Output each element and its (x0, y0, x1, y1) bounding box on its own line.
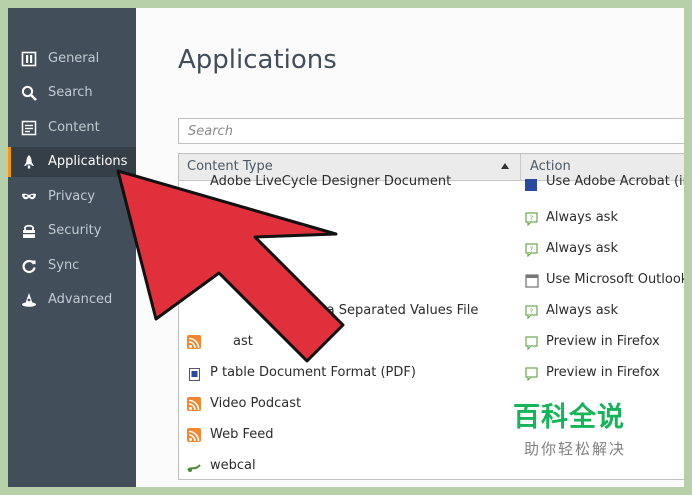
sidebar-item-content[interactable]: Content (8, 113, 136, 143)
table-row[interactable]: ? Always ask (179, 235, 684, 266)
content-type-label: ma Separated Values File (314, 303, 479, 318)
firefox-preview-icon (525, 366, 539, 382)
svg-text:?: ? (530, 215, 534, 223)
sidebar-item-label: Advanced (48, 292, 113, 307)
sync-icon (21, 258, 37, 274)
content-icon (21, 120, 37, 136)
sidebar: General Search Content Applications Priv… (8, 8, 136, 487)
action-label: Always ask (546, 210, 618, 225)
rss-feed-icon (187, 397, 201, 411)
sidebar-item-label: General (48, 51, 100, 66)
calendar-link-icon (187, 459, 201, 473)
rss-feed-icon (187, 335, 201, 349)
action-label: Always ask (546, 303, 618, 318)
rocket-icon (21, 154, 37, 170)
wizard-hat-icon (21, 292, 37, 308)
sidebar-item-privacy[interactable]: Privacy (8, 182, 136, 212)
lock-icon (21, 223, 37, 239)
content-type-label: Video Podcast (210, 396, 302, 411)
sidebar-item-label: Search (48, 85, 93, 100)
sidebar-item-security[interactable]: Security (8, 216, 136, 246)
acrobat-icon (525, 176, 539, 191)
watermark-title: 百科全说 (513, 402, 625, 433)
sidebar-item-general[interactable]: General (8, 44, 136, 74)
watermark-subtitle: 助你轻松解决 (524, 440, 627, 458)
firefox-preview-icon (525, 335, 539, 351)
sidebar-item-label: Content (48, 120, 100, 135)
sidebar-item-label: Security (48, 223, 102, 238)
page-title: Applications (178, 45, 337, 75)
table-row[interactable]: ? Always ask (179, 204, 684, 235)
search-box[interactable] (178, 118, 684, 144)
action-label: Preview in Firefox (546, 334, 660, 349)
table-row[interactable]: Use Microsoft Outlook ( (179, 266, 684, 297)
pdf-document-icon (189, 366, 200, 381)
svg-text:?: ? (530, 308, 534, 316)
sidebar-item-search[interactable]: Search (8, 78, 136, 108)
sidebar-item-sync[interactable]: Sync (8, 251, 136, 281)
general-icon (21, 51, 37, 67)
content-type-label: ast (233, 334, 253, 349)
ask-icon: ? (525, 304, 539, 320)
action-label: Use Microsoft Outlook ( (546, 272, 684, 287)
content-type-label: Web Feed (210, 427, 274, 442)
search-input[interactable] (179, 119, 684, 143)
action-label: Use Adobe Acrobat (in F (546, 174, 684, 189)
table-row[interactable]: Adobe LiveCycle Designer Document Use Ad… (179, 166, 684, 197)
table-row[interactable]: P table Document Format (PDF) Preview in… (179, 359, 684, 390)
sidebar-item-advanced[interactable]: Advanced (8, 285, 136, 315)
ask-icon: ? (525, 242, 539, 258)
ask-icon: ? (525, 211, 539, 227)
sidebar-item-label: Sync (48, 258, 80, 273)
content-type-label: P table Document Format (PDF) (210, 365, 416, 380)
content-type-label: webcal (210, 458, 256, 473)
sidebar-item-applications[interactable]: Applications (8, 147, 136, 177)
sidebar-item-label: Applications (48, 154, 128, 169)
svg-text:?: ? (530, 246, 534, 254)
action-label: Always ask (546, 241, 618, 256)
content-type-label: Adobe LiveCycle Designer Document (210, 174, 452, 189)
rss-feed-icon (187, 428, 201, 442)
table-row[interactable]: ast Preview in Firefox (179, 328, 684, 359)
search-icon (21, 85, 37, 101)
action-label: Preview in Firefox (546, 365, 660, 380)
sidebar-item-label: Privacy (48, 189, 96, 204)
mask-icon (21, 189, 37, 205)
outlook-icon (525, 273, 539, 288)
table-row[interactable]: ma Separated Values File ? Always ask (179, 297, 684, 328)
